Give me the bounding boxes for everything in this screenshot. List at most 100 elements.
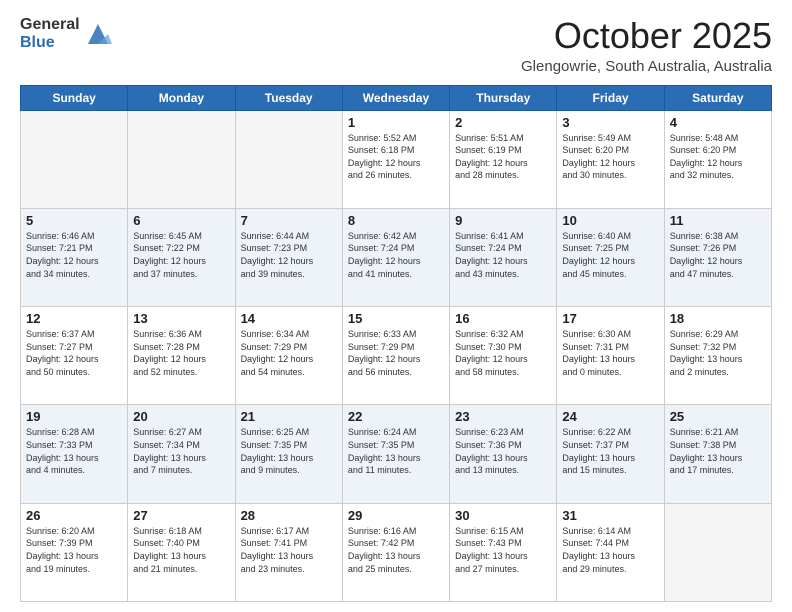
header: General Blue October 2025 Glengowrie, So… <box>20 16 772 75</box>
table-row: 16Sunrise: 6:32 AM Sunset: 7:30 PM Dayli… <box>450 307 557 405</box>
table-row: 1Sunrise: 5:52 AM Sunset: 6:18 PM Daylig… <box>342 110 449 208</box>
day-number: 23 <box>455 409 551 424</box>
table-row: 30 Sunrise: 6:15 AM Sunset: 7:43 PM Dayli… <box>450 503 557 601</box>
table-row: 7 Sunrise: 6:44 AM Sunset: 7:23 PM Daylig… <box>235 208 342 306</box>
calendar-week-row: 26 Sunrise: 6:20 AM Sunset: 7:39 PM Dayli… <box>21 503 772 601</box>
day-number: 2 <box>455 115 551 130</box>
col-saturday: Saturday <box>664 85 771 110</box>
day-number: 17 <box>562 311 658 326</box>
day-number: 6 <box>133 213 229 228</box>
day-info: Sunrise: 6:41 AM Sunset: 7:24 PM Dayligh… <box>455 230 551 280</box>
table-row: 29 Sunrise: 6:16 AM Sunset: 7:42 PM Dayli… <box>342 503 449 601</box>
col-friday: Friday <box>557 85 664 110</box>
col-monday: Monday <box>128 85 235 110</box>
day-info: Sunrise: 5:49 AM Sunset: 6:20 PM Dayligh… <box>562 132 658 182</box>
day-info: Sunrise: 6:21 AM Sunset: 7:38 PM Dayligh… <box>670 426 766 476</box>
day-number: 21 <box>241 409 337 424</box>
table-row: 5Sunrise: 6:46 AM Sunset: 7:21 PM Daylig… <box>21 208 128 306</box>
table-row: 4 Sunrise: 5:48 AM Sunset: 6:20 PM Daylig… <box>664 110 771 208</box>
day-number: 11 <box>670 213 766 228</box>
day-info: Sunrise: 6:28 AM Sunset: 7:33 PM Dayligh… <box>26 426 122 476</box>
day-number: 7 <box>241 213 337 228</box>
page: General Blue October 2025 Glengowrie, So… <box>0 0 792 612</box>
logo-general: General <box>20 16 80 34</box>
table-row: 11 Sunrise: 6:38 AM Sunset: 7:26 PM Dayli… <box>664 208 771 306</box>
table-row: 31Sunrise: 6:14 AM Sunset: 7:44 PM Dayli… <box>557 503 664 601</box>
table-row: 15 Sunrise: 6:33 AM Sunset: 7:29 PM Dayli… <box>342 307 449 405</box>
day-number: 20 <box>133 409 229 424</box>
table-row: 24 Sunrise: 6:22 AM Sunset: 7:37 PM Dayli… <box>557 405 664 503</box>
day-info: Sunrise: 6:20 AM Sunset: 7:39 PM Dayligh… <box>26 525 122 575</box>
table-row: 6 Sunrise: 6:45 AM Sunset: 7:22 PM Daylig… <box>128 208 235 306</box>
day-info: Sunrise: 6:33 AM Sunset: 7:29 PM Dayligh… <box>348 328 444 378</box>
calendar-week-row: 12 Sunrise: 6:37 AM Sunset: 7:27 PM Dayli… <box>21 307 772 405</box>
day-info: Sunrise: 6:18 AM Sunset: 7:40 PM Dayligh… <box>133 525 229 575</box>
day-number: 31 <box>562 508 658 523</box>
table-row: 21Sunrise: 6:25 AM Sunset: 7:35 PM Dayli… <box>235 405 342 503</box>
logo: General Blue <box>20 16 112 51</box>
day-info: Sunrise: 6:24 AM Sunset: 7:35 PM Dayligh… <box>348 426 444 476</box>
table-row: 25Sunrise: 6:21 AM Sunset: 7:38 PM Dayli… <box>664 405 771 503</box>
table-row: 10 Sunrise: 6:40 AM Sunset: 7:25 PM Dayli… <box>557 208 664 306</box>
day-info: Sunrise: 6:23 AM Sunset: 7:36 PM Dayligh… <box>455 426 551 476</box>
table-row: 9Sunrise: 6:41 AM Sunset: 7:24 PM Daylig… <box>450 208 557 306</box>
day-info: Sunrise: 5:48 AM Sunset: 6:20 PM Dayligh… <box>670 132 766 182</box>
table-row: 14Sunrise: 6:34 AM Sunset: 7:29 PM Dayli… <box>235 307 342 405</box>
table-row: 22Sunrise: 6:24 AM Sunset: 7:35 PM Dayli… <box>342 405 449 503</box>
table-row: 28 Sunrise: 6:17 AM Sunset: 7:41 PM Dayli… <box>235 503 342 601</box>
day-info: Sunrise: 6:22 AM Sunset: 7:37 PM Dayligh… <box>562 426 658 476</box>
day-info: Sunrise: 6:29 AM Sunset: 7:32 PM Dayligh… <box>670 328 766 378</box>
month-title: October 2025 <box>521 16 772 56</box>
table-row: 13Sunrise: 6:36 AM Sunset: 7:28 PM Dayli… <box>128 307 235 405</box>
table-row: 26 Sunrise: 6:20 AM Sunset: 7:39 PM Dayli… <box>21 503 128 601</box>
col-tuesday: Tuesday <box>235 85 342 110</box>
table-row: 27 Sunrise: 6:18 AM Sunset: 7:40 PM Dayli… <box>128 503 235 601</box>
col-wednesday: Wednesday <box>342 85 449 110</box>
col-thursday: Thursday <box>450 85 557 110</box>
table-row: 18Sunrise: 6:29 AM Sunset: 7:32 PM Dayli… <box>664 307 771 405</box>
day-number: 16 <box>455 311 551 326</box>
day-info: Sunrise: 6:38 AM Sunset: 7:26 PM Dayligh… <box>670 230 766 280</box>
logo-text: General Blue <box>20 16 80 51</box>
day-number: 1 <box>348 115 444 130</box>
table-row: 19 Sunrise: 6:28 AM Sunset: 7:33 PM Dayli… <box>21 405 128 503</box>
calendar-week-row: 19 Sunrise: 6:28 AM Sunset: 7:33 PM Dayli… <box>21 405 772 503</box>
day-number: 27 <box>133 508 229 523</box>
table-row <box>128 110 235 208</box>
day-info: Sunrise: 6:16 AM Sunset: 7:42 PM Dayligh… <box>348 525 444 575</box>
title-block: October 2025 Glengowrie, South Australia… <box>521 16 772 75</box>
day-number: 4 <box>670 115 766 130</box>
logo-icon <box>84 20 112 48</box>
calendar-week-row: 5Sunrise: 6:46 AM Sunset: 7:21 PM Daylig… <box>21 208 772 306</box>
table-row <box>235 110 342 208</box>
day-number: 29 <box>348 508 444 523</box>
day-number: 15 <box>348 311 444 326</box>
day-number: 24 <box>562 409 658 424</box>
day-info: Sunrise: 6:46 AM Sunset: 7:21 PM Dayligh… <box>26 230 122 280</box>
calendar-header-row: Sunday Monday Tuesday Wednesday Thursday… <box>21 85 772 110</box>
day-number: 30 <box>455 508 551 523</box>
day-info: Sunrise: 6:37 AM Sunset: 7:27 PM Dayligh… <box>26 328 122 378</box>
logo-blue: Blue <box>20 34 80 52</box>
day-number: 19 <box>26 409 122 424</box>
table-row <box>664 503 771 601</box>
table-row: 8Sunrise: 6:42 AM Sunset: 7:24 PM Daylig… <box>342 208 449 306</box>
calendar-week-row: 1Sunrise: 5:52 AM Sunset: 6:18 PM Daylig… <box>21 110 772 208</box>
day-number: 26 <box>26 508 122 523</box>
day-number: 28 <box>241 508 337 523</box>
day-number: 12 <box>26 311 122 326</box>
table-row: 23 Sunrise: 6:23 AM Sunset: 7:36 PM Dayli… <box>450 405 557 503</box>
table-row: 20Sunrise: 6:27 AM Sunset: 7:34 PM Dayli… <box>128 405 235 503</box>
day-info: Sunrise: 6:40 AM Sunset: 7:25 PM Dayligh… <box>562 230 658 280</box>
table-row: 2Sunrise: 5:51 AM Sunset: 6:19 PM Daylig… <box>450 110 557 208</box>
location: Glengowrie, South Australia, Australia <box>521 58 772 75</box>
day-info: Sunrise: 6:45 AM Sunset: 7:22 PM Dayligh… <box>133 230 229 280</box>
table-row: 12 Sunrise: 6:37 AM Sunset: 7:27 PM Dayli… <box>21 307 128 405</box>
day-number: 3 <box>562 115 658 130</box>
day-info: Sunrise: 6:17 AM Sunset: 7:41 PM Dayligh… <box>241 525 337 575</box>
table-row: 3 Sunrise: 5:49 AM Sunset: 6:20 PM Daylig… <box>557 110 664 208</box>
day-number: 10 <box>562 213 658 228</box>
day-number: 13 <box>133 311 229 326</box>
day-info: Sunrise: 6:15 AM Sunset: 7:43 PM Dayligh… <box>455 525 551 575</box>
day-info: Sunrise: 6:44 AM Sunset: 7:23 PM Dayligh… <box>241 230 337 280</box>
